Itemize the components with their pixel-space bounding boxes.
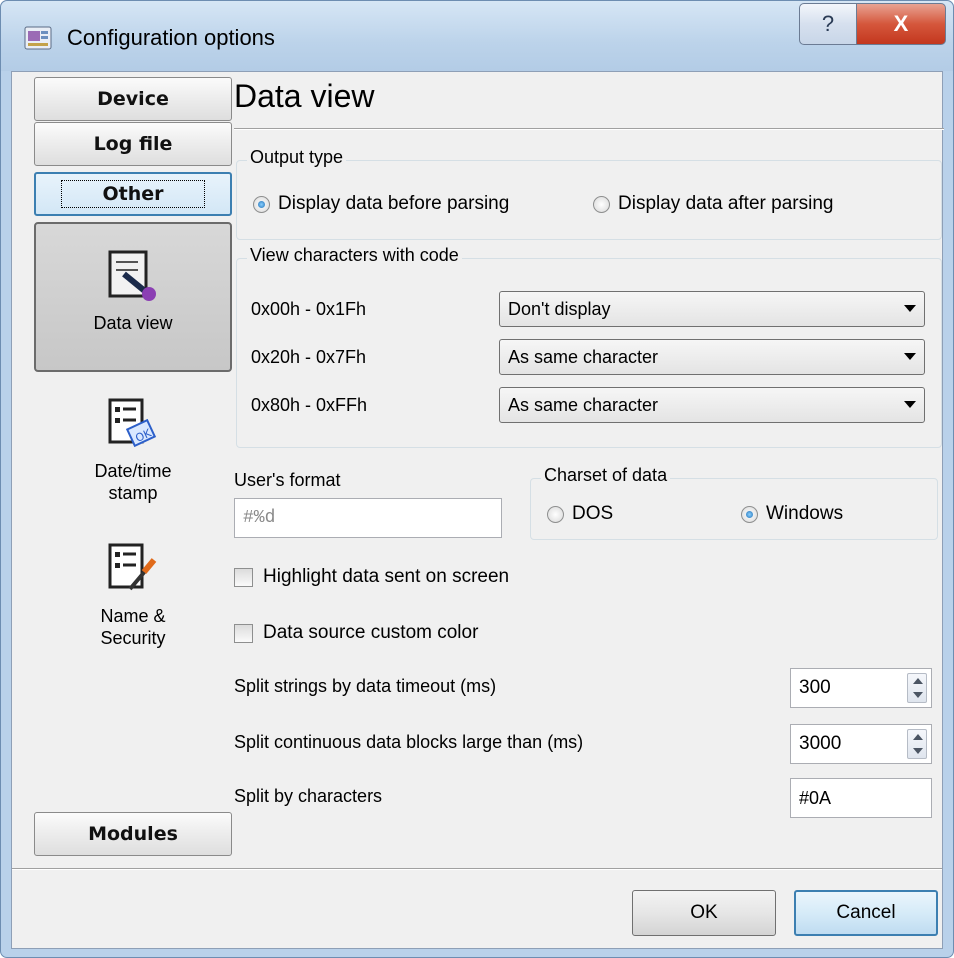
help-icon: ? [821,11,835,36]
charset-windows-radio[interactable]: Windows [741,503,843,525]
split-chars-input[interactable]: #0A [790,778,932,818]
sidebar-item-data-view-label: Data view [93,313,173,333]
chevron-down-icon [904,401,916,408]
charset-title: Charset of data [541,465,671,486]
date-time-stamp-icon: OK [108,398,157,448]
data-view-icon [108,250,156,301]
range-high-select[interactable]: As same character [499,387,925,423]
split-chars-label: Split by characters [234,786,383,806]
checkbox-box [234,567,253,587]
range-low-select-value: Don't display [508,298,611,319]
charset-windows-label: Windows [766,503,844,524]
sidebar-device-button[interactable]: Device [34,77,232,121]
radio-selected-indicator [253,195,270,213]
highlight-data-label: Highlight data sent on screen [263,566,510,587]
footer-divider [12,868,942,870]
custom-color-checkbox[interactable]: Data source custom color [234,622,478,644]
output-type-group: Output type Display data before parsing … [236,147,942,240]
users-format-input[interactable]: #%d [234,498,502,538]
range-mid-select-value: As same character [508,346,659,367]
range-label-mid: 0x20h - 0x7Fh [251,347,367,367]
checkbox-box [234,623,253,643]
charset-dos-radio[interactable]: DOS [547,503,613,525]
sidebar-item-date-time-stamp-label: Date/time stamp [94,461,172,503]
radio-selected-indicator [741,505,758,523]
chevron-down-icon [904,305,916,312]
chevron-down-icon [904,353,916,360]
close-button[interactable]: X [856,3,946,45]
sidebar-other-label: Other [61,180,205,208]
help-button[interactable]: ? [799,3,857,45]
cancel-button[interactable]: Cancel [794,890,938,936]
radio-unselected-indicator [547,505,564,523]
dialog-body: Device Log file Other Data view OK Date/… [11,71,944,949]
close-icon: X [893,11,909,36]
sidebar-log-file-button[interactable]: Log file [34,122,232,166]
spin-arrows-icon[interactable] [907,729,927,759]
range-label-high: 0x80h - 0xFFh [251,395,368,415]
split-timeout-value: 300 [799,677,831,698]
sidebar-item-name-security-label: Name & Security [100,606,166,648]
split-blocks-value: 3000 [799,733,842,754]
name-security-icon [108,543,157,591]
range-label-low: 0x00h - 0x1Fh [251,299,367,319]
ok-button[interactable]: OK [632,890,776,936]
split-blocks-stepper[interactable]: 3000 [790,724,932,764]
output-type-title: Output type [247,147,347,168]
heading-divider [234,128,944,130]
highlight-data-checkbox[interactable]: Highlight data sent on screen [234,566,509,588]
split-blocks-label: Split continuous data blocks large than … [234,732,584,752]
range-low-select[interactable]: Don't display [499,291,925,327]
split-timeout-stepper[interactable]: 300 [790,668,932,708]
charset-group: Charset of data DOS Windows [530,465,938,540]
app-icon [24,26,52,50]
range-mid-select[interactable]: As same character [499,339,925,375]
sidebar-item-date-time-stamp[interactable]: OK Date/time stamp [34,372,232,522]
range-high-select-value: As same character [508,394,659,415]
display-before-parsing-label: Display data before parsing [278,193,510,214]
display-before-parsing-radio[interactable]: Display data before parsing [253,193,509,215]
configuration-window: Configuration options ? X Device Log fil… [0,0,954,958]
charset-dos-label: DOS [572,503,614,524]
sidebar-item-data-view[interactable]: Data view [34,222,232,372]
sidebar: Device Log file Other Data view OK Date/… [12,72,234,872]
radio-unselected-indicator [593,195,610,213]
sidebar-modules-button[interactable]: Modules [34,812,232,856]
spin-arrows-icon[interactable] [907,673,927,703]
title-bar: Configuration options ? X [1,1,953,71]
display-after-parsing-radio[interactable]: Display data after parsing [593,193,833,215]
sidebar-other-button[interactable]: Other [34,172,232,216]
window-title: Configuration options [67,25,275,50]
view-characters-title: View characters with code [247,245,462,266]
page-title: Data view [234,78,375,114]
split-timeout-label: Split strings by data timeout (ms) [234,676,497,696]
display-after-parsing-label: Display data after parsing [618,193,834,214]
users-format-label: User's format [234,470,341,490]
view-characters-group: View characters with code 0x00h - 0x1Fh … [236,245,942,448]
custom-color-label: Data source custom color [263,622,479,643]
sidebar-item-name-security[interactable]: Name & Security [34,517,232,667]
